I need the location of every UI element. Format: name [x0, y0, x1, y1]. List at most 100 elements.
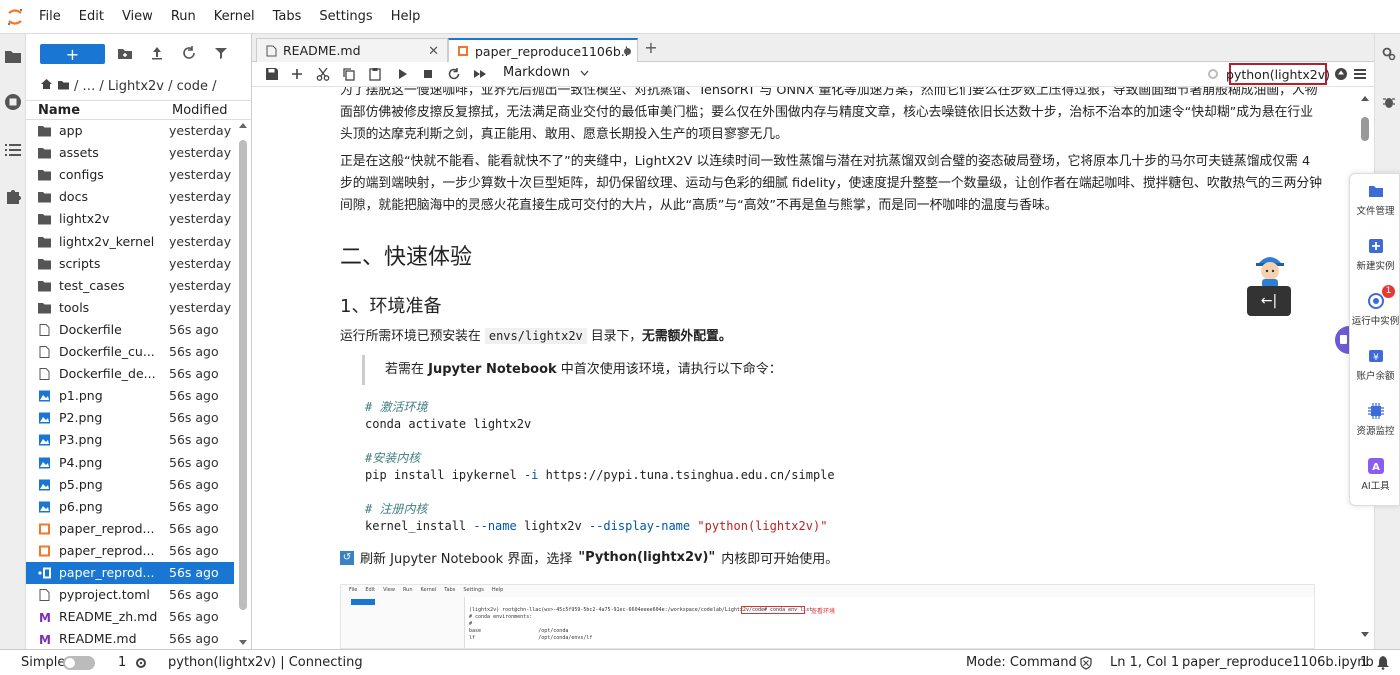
file-browser-toolbar: +: [26, 34, 252, 74]
cell-type-select[interactable]: Markdown: [503, 65, 589, 80]
file-list-scrollbar[interactable]: [237, 120, 249, 649]
breadcrumb-folder-icon[interactable]: [57, 79, 70, 94]
file-row[interactable]: p5.png 56s ago: [26, 474, 234, 496]
file-modified: yesterday: [169, 255, 232, 271]
svg-text:M: M: [39, 633, 51, 645]
file-row[interactable]: assets yesterday: [26, 142, 234, 164]
file-modified: yesterday: [169, 189, 232, 205]
column-modified[interactable]: Modified: [172, 103, 227, 118]
file-row[interactable]: paper_reprod... 56s ago: [26, 562, 234, 584]
add-tab-button[interactable]: +: [641, 38, 661, 60]
running-instances-button[interactable]: 1 运行中实例: [1350, 285, 1400, 338]
menu-view[interactable]: View: [113, 0, 162, 34]
save-icon[interactable]: [265, 67, 279, 81]
menu-kernel[interactable]: Kernel: [205, 0, 264, 34]
stop-icon[interactable]: [421, 67, 435, 81]
cursor-position[interactable]: Ln 1, Col 1: [1110, 655, 1179, 670]
breadcrumb-path[interactable]: / Lightx2v / code /: [99, 79, 216, 94]
running-icon[interactable]: [3, 92, 23, 112]
file-row[interactable]: paper_reprod... 56s ago: [26, 540, 234, 562]
ai-tools-button[interactable]: A AI工具: [1350, 453, 1400, 503]
unsaved-dot-icon[interactable]: [624, 48, 631, 55]
refresh-icon[interactable]: [181, 45, 197, 61]
breadcrumb-root[interactable]: /: [74, 79, 78, 94]
paste-icon[interactable]: [368, 67, 382, 81]
file-row[interactable]: p6.png 56s ago: [26, 496, 234, 518]
menu-run[interactable]: Run: [162, 0, 205, 34]
file-row[interactable]: Dockerfile_de... 56s ago: [26, 363, 234, 385]
file-row[interactable]: docs yesterday: [26, 186, 234, 208]
cut-icon[interactable]: [316, 67, 330, 81]
home-icon[interactable]: [40, 78, 53, 94]
resource-monitor-button[interactable]: 资源监控: [1350, 398, 1400, 448]
copy-icon[interactable]: [342, 67, 356, 81]
file-row[interactable]: configs yesterday: [26, 164, 234, 186]
close-icon[interactable]: ✕: [428, 44, 439, 59]
breadcrumb-ellipsis[interactable]: …: [82, 79, 95, 94]
new-launcher-button[interactable]: +: [40, 44, 105, 64]
fast-forward-icon[interactable]: [473, 67, 487, 81]
kernel-status[interactable]: python(lightx2v) | Connecting: [168, 655, 363, 670]
restart-icon[interactable]: [447, 67, 461, 81]
kernel-status-icon: [1334, 67, 1348, 81]
menu-tabs[interactable]: Tabs: [264, 0, 311, 34]
file-row[interactable]: P4.png 56s ago: [26, 452, 234, 474]
tab-readme[interactable]: README.md ✕: [256, 38, 448, 62]
tab-notebook[interactable]: paper_reproduce1106b.ipy: [448, 38, 638, 62]
menu-settings[interactable]: Settings: [310, 0, 381, 34]
upload-icon[interactable]: [149, 45, 165, 61]
image-icon: [38, 479, 51, 491]
file-row[interactable]: Dockerfile_cu... 56s ago: [26, 341, 234, 363]
file-name: p5.png: [59, 476, 103, 492]
file-row[interactable]: paper_reprod... 56s ago: [26, 518, 234, 540]
file-modified: yesterday: [169, 145, 232, 161]
column-name[interactable]: Name: [38, 103, 80, 118]
filter-icon[interactable]: [213, 45, 229, 61]
account-balance-button[interactable]: ¥ 账户余额: [1350, 343, 1400, 393]
new-instance-button[interactable]: 新建实例: [1350, 233, 1400, 283]
file-row[interactable]: pyproject.toml 56s ago: [26, 584, 234, 606]
property-inspector-icon[interactable]: [1381, 46, 1397, 66]
collapse-button[interactable]: ←|: [1247, 286, 1291, 316]
notebook-icon: [38, 523, 51, 535]
file-row[interactable]: app yesterday: [26, 120, 234, 142]
file-name: Dockerfile_de...: [59, 366, 156, 382]
file-row[interactable]: lightx2v_kernel yesterday: [26, 231, 234, 253]
simple-mode-toggle[interactable]: [63, 656, 95, 670]
bell-icon[interactable]: [1376, 655, 1390, 674]
code-line: kernel_install: [365, 519, 474, 533]
menu-file[interactable]: File: [30, 0, 70, 34]
menu-icon[interactable]: [1353, 67, 1367, 81]
file-row[interactable]: Dockerfile 56s ago: [26, 319, 234, 341]
terminal-count[interactable]: 1: [118, 655, 126, 670]
file-row[interactable]: tools yesterday: [26, 297, 234, 319]
menu-help[interactable]: Help: [382, 0, 430, 34]
kernel-name-button[interactable]: python(lightx2v): [1226, 63, 1330, 85]
file-row[interactable]: M README_zh.md 56s ago: [26, 606, 234, 628]
file-row[interactable]: lightx2v yesterday: [26, 208, 234, 230]
image-icon: [38, 412, 51, 424]
svg-text:M: M: [39, 611, 51, 623]
run-icon[interactable]: [395, 67, 409, 81]
menu-edit[interactable]: Edit: [70, 0, 113, 34]
assistant-mascot-icon[interactable]: [1250, 248, 1290, 288]
folder-icon: [38, 302, 51, 314]
extension-icon[interactable]: [3, 186, 23, 206]
file-row[interactable]: M README.md 56s ago: [26, 628, 234, 649]
embedded-menu: File Edit View Run Kernel Tabs Settings …: [341, 585, 1314, 595]
file-row[interactable]: P3.png 56s ago: [26, 429, 234, 451]
file-row[interactable]: P2.png 56s ago: [26, 407, 234, 429]
code-flag: -i: [523, 468, 539, 482]
new-folder-icon[interactable]: [117, 45, 133, 61]
file-row[interactable]: scripts yesterday: [26, 253, 234, 275]
file-row[interactable]: test_cases yesterday: [26, 275, 234, 297]
file-row[interactable]: p1.png 56s ago: [26, 385, 234, 407]
insert-cell-icon[interactable]: [290, 67, 304, 81]
debugger-icon[interactable]: [1381, 94, 1397, 114]
file-manager-button[interactable]: 文件管理: [1350, 178, 1400, 228]
kernel-settings-icon[interactable]: [1207, 68, 1221, 82]
toc-icon[interactable]: [3, 140, 23, 160]
folder-icon[interactable]: [3, 46, 23, 66]
terminal-gear-icon[interactable]: [134, 656, 148, 674]
shield-icon[interactable]: [1079, 656, 1093, 674]
